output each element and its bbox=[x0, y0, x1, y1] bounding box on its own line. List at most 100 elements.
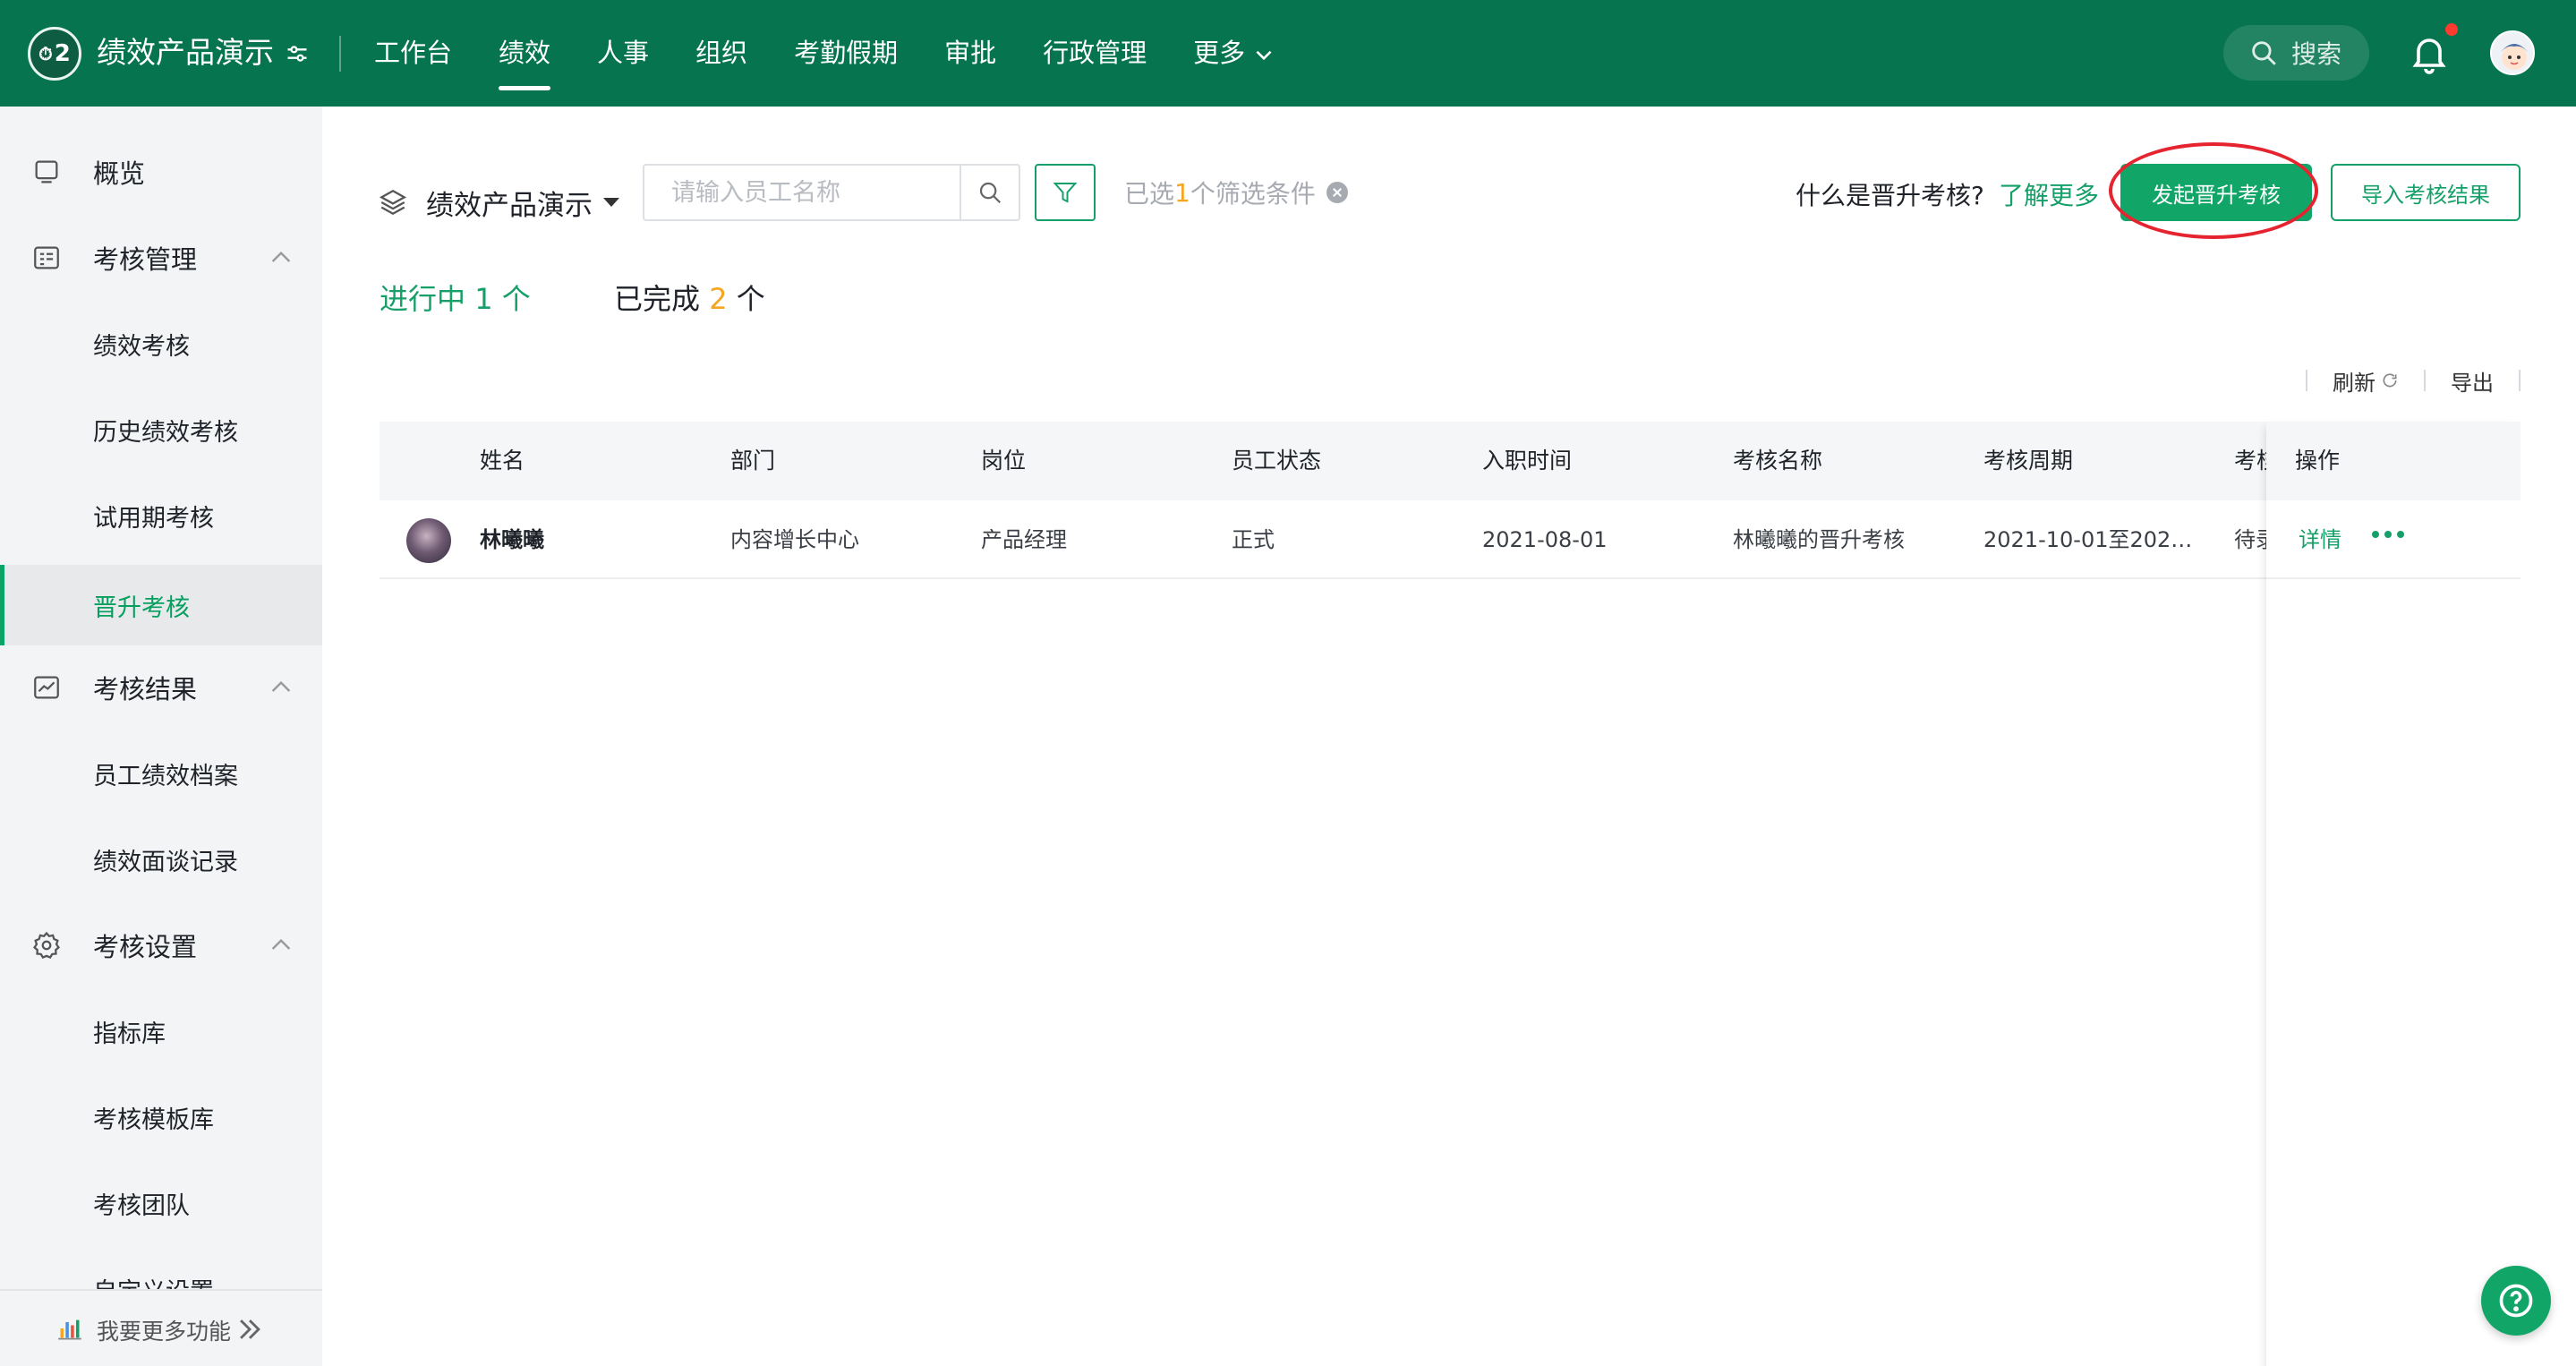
sidebar-item-probation-assess[interactable]: 试用期考核 bbox=[0, 475, 322, 556]
more-actions-icon[interactable] bbox=[2372, 531, 2410, 538]
sidebar-group-label: 考核结果 bbox=[93, 674, 198, 704]
export-button[interactable]: 导出 bbox=[2426, 365, 2519, 397]
detail-link[interactable]: 详情 bbox=[2299, 500, 2341, 579]
double-chevron-right-icon bbox=[240, 1319, 260, 1339]
app-logo[interactable]: ⏱ 2 bbox=[28, 27, 81, 81]
sidebar-item-performance-assess[interactable]: 绩效考核 bbox=[0, 303, 322, 384]
filter-status: 已选 1 个筛选条件 bbox=[1124, 175, 1348, 210]
chevron-down-icon bbox=[1256, 50, 1272, 61]
chart-report-icon bbox=[34, 676, 59, 699]
user-avatar[interactable] bbox=[2490, 30, 2535, 75]
filter-suffix: 个筛选条件 bbox=[1190, 179, 1316, 209]
refresh-label: 刷新 bbox=[2333, 370, 2376, 396]
filter-icon bbox=[1053, 183, 1078, 203]
notification-dot bbox=[2444, 21, 2460, 38]
sidebar-item-template-lib[interactable]: 考核模板库 bbox=[0, 1077, 322, 1157]
sidebar-item-overview[interactable]: 概览 bbox=[0, 132, 322, 212]
tab-ongoing[interactable]: 进行中 1 个 bbox=[380, 277, 531, 318]
sidebar-item-indicator-lib[interactable]: 指标库 bbox=[0, 991, 322, 1071]
sidebar-item-label: 考核团队 bbox=[93, 1191, 190, 1220]
sidebar-item-promotion-assess[interactable]: 晋升考核 bbox=[0, 565, 322, 645]
list-icon bbox=[34, 246, 59, 269]
nav-item-approval[interactable]: 审批 bbox=[944, 0, 996, 107]
col-assess-period: 考核周期 bbox=[1983, 448, 2074, 474]
col-name: 姓名 bbox=[480, 448, 525, 474]
org-selector[interactable]: 绩效产品演示 bbox=[378, 175, 619, 229]
tab-label: 已完成 bbox=[614, 282, 701, 316]
org-selector-label: 绩效产品演示 bbox=[426, 189, 593, 222]
global-search[interactable]: 搜索 bbox=[2223, 25, 2369, 81]
filter-prefix: 已选 bbox=[1124, 179, 1175, 209]
sidebar-item-label: 指标库 bbox=[93, 1020, 166, 1048]
start-promotion-assess-button[interactable]: 发起晋升考核 bbox=[2120, 164, 2312, 221]
chevron-up-icon bbox=[271, 680, 291, 692]
refresh-button[interactable]: 刷新 bbox=[2307, 365, 2424, 397]
nav-item-workbench[interactable]: 工作台 bbox=[374, 0, 452, 107]
filter-button[interactable] bbox=[1035, 164, 1096, 221]
switch-settings-icon[interactable] bbox=[285, 41, 310, 66]
tab-count: 2 bbox=[709, 282, 728, 316]
sidebar-item-label: 晋升考核 bbox=[93, 593, 190, 622]
nav-item-performance[interactable]: 绩效 bbox=[499, 0, 551, 107]
clear-filter-icon[interactable] bbox=[1326, 182, 1348, 203]
employee-search-input[interactable] bbox=[643, 164, 961, 221]
sidebar-group-assess-mgmt[interactable]: 考核管理 bbox=[0, 218, 322, 298]
more-features-bar[interactable]: 我要更多功能 bbox=[0, 1289, 322, 1366]
sidebar-item-label: 试用期考核 bbox=[93, 504, 214, 533]
employee-avatar bbox=[406, 518, 451, 563]
operations-row: 详情 bbox=[2266, 500, 2521, 579]
sidebar-item-history-assess[interactable]: 历史绩效考核 bbox=[0, 389, 322, 470]
main-nav: 工作台 绩效 人事 组织 考勤假期 审批 行政管理 更多 bbox=[374, 0, 1322, 107]
cell-assess-name: 林曦曦的晋升考核 bbox=[1733, 527, 1905, 552]
search-icon bbox=[979, 182, 1002, 204]
cell-department: 内容增长中心 bbox=[730, 527, 859, 552]
sidebar-item-employee-archive[interactable]: 员工绩效档案 bbox=[0, 733, 322, 814]
nav-item-org[interactable]: 组织 bbox=[695, 0, 747, 107]
col-assess-name: 考核名称 bbox=[1733, 448, 1823, 474]
overview-icon bbox=[35, 160, 58, 184]
tab-unit: 个 bbox=[736, 282, 765, 316]
help-button[interactable] bbox=[2481, 1266, 2551, 1336]
nav-item-admin[interactable]: 行政管理 bbox=[1043, 0, 1147, 107]
app-name[interactable]: 绩效产品演示 bbox=[97, 32, 274, 73]
cell-assess-period: 2021-10-01至202… bbox=[1983, 527, 2193, 552]
sidebar-item-label: 历史绩效考核 bbox=[93, 418, 238, 447]
sidebar-group-label: 考核管理 bbox=[93, 244, 198, 275]
cell-name: 林曦曦 bbox=[480, 527, 544, 552]
col-employee-status: 员工状态 bbox=[1232, 448, 1322, 474]
assessment-table: 姓名 部门 岗位 员工状态 入职时间 考核名称 考核周期 考核状态 林曦曦 内容… bbox=[380, 422, 2521, 579]
filter-count: 1 bbox=[1174, 177, 1190, 208]
learn-more-link[interactable]: 了解更多 bbox=[1999, 176, 2099, 212]
what-is-promotion-text: 什么是晋升考核? bbox=[1796, 181, 1984, 210]
timer-icon: ⏱ bbox=[38, 43, 53, 64]
col-position: 岗位 bbox=[981, 448, 1027, 474]
search-icon bbox=[2252, 41, 2276, 65]
gear-icon bbox=[33, 931, 60, 960]
sidebar: 概览 考核管理 绩效考核 历史绩效考核 试用期考核 晋升考核 考核结果 员工绩效… bbox=[0, 107, 322, 1366]
bar-chart-icon bbox=[58, 1319, 81, 1340]
nav-item-hr[interactable]: 人事 bbox=[597, 0, 649, 107]
nav-more-label: 更多 bbox=[1193, 38, 1246, 68]
sidebar-item-label: 员工绩效档案 bbox=[93, 762, 238, 790]
tab-completed[interactable]: 已完成 2 个 bbox=[614, 277, 765, 318]
table-header: 姓名 部门 岗位 员工状态 入职时间 考核名称 考核周期 考核状态 bbox=[380, 422, 2521, 500]
sidebar-item-interview-records[interactable]: 绩效面谈记录 bbox=[0, 819, 322, 900]
main-content: 绩效产品演示 已选 1 个筛选条件 什么是晋升考核? 了解更多 发起晋升考核 导… bbox=[322, 107, 2576, 1366]
top-divider bbox=[339, 36, 341, 72]
bell-icon[interactable] bbox=[2408, 30, 2451, 75]
sidebar-group-results[interactable]: 考核结果 bbox=[0, 647, 322, 728]
sidebar-group-settings[interactable]: 考核设置 bbox=[0, 905, 322, 986]
sidebar-item-assess-team[interactable]: 考核团队 bbox=[0, 1163, 322, 1243]
sidebar-item-label: 绩效面谈记录 bbox=[93, 848, 238, 876]
tab-label: 进行中 bbox=[380, 282, 466, 316]
search-button[interactable] bbox=[960, 164, 1020, 221]
table-row[interactable]: 林曦曦 内容增长中心 产品经理 正式 2021-08-01 林曦曦的晋升考核 2… bbox=[380, 500, 2521, 579]
cell-assess-status: 待录 bbox=[2234, 527, 2270, 552]
nav-item-attendance[interactable]: 考勤假期 bbox=[794, 0, 898, 107]
import-results-button[interactable]: 导入考核结果 bbox=[2331, 164, 2521, 221]
tab-unit: 个 bbox=[501, 282, 531, 316]
nav-item-more[interactable]: 更多 bbox=[1193, 0, 1275, 107]
sidebar-group-label: 考核设置 bbox=[93, 932, 198, 962]
sidebar-item-label: 考核模板库 bbox=[93, 1106, 214, 1134]
more-features-label: 我要更多功能 bbox=[97, 1319, 232, 1345]
